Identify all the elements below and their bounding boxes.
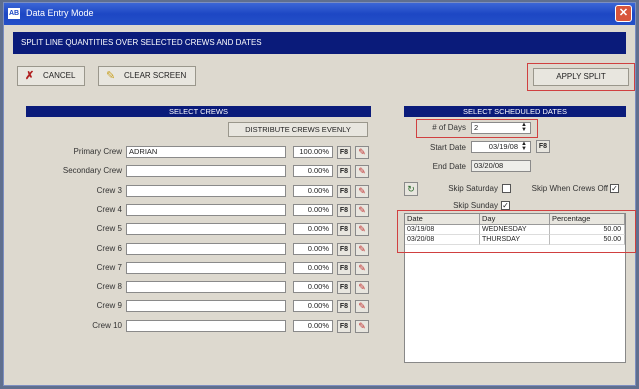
crew-input[interactable] bbox=[126, 300, 286, 312]
crew-percentage-input[interactable]: 100.00% bbox=[293, 146, 333, 158]
crew-percentage-input[interactable]: 0.00% bbox=[293, 165, 333, 177]
crew-input[interactable] bbox=[126, 320, 286, 332]
crew-label: Crew 5 bbox=[96, 224, 122, 233]
crew-f8-button[interactable]: F8 bbox=[337, 300, 351, 313]
crew-f8-button[interactable]: F8 bbox=[337, 243, 351, 256]
crew-f8-button[interactable]: F8 bbox=[337, 281, 351, 294]
crew-input[interactable] bbox=[126, 281, 286, 293]
start-date-label: Start Date bbox=[429, 143, 466, 152]
start-date-f8-button[interactable]: F8 bbox=[536, 140, 550, 153]
dates-table-highlight bbox=[397, 210, 636, 253]
eraser-icon[interactable]: ✎ bbox=[355, 320, 369, 333]
eraser-icon[interactable]: ✎ bbox=[355, 146, 369, 159]
crew-label: Secondary Crew bbox=[62, 166, 122, 175]
crew-label: Crew 6 bbox=[96, 244, 122, 253]
crew-input[interactable] bbox=[126, 165, 286, 177]
eraser-icon[interactable]: ✎ bbox=[355, 223, 369, 236]
crew-label: Crew 9 bbox=[96, 301, 122, 310]
apply-split-highlight: APPLY SPLIT bbox=[527, 63, 635, 91]
crew-f8-button[interactable]: F8 bbox=[337, 223, 351, 236]
distribute-crews-evenly-button[interactable]: DISTRIBUTE CREWS EVENLY bbox=[228, 122, 368, 137]
crew-percentage-input[interactable]: 0.00% bbox=[293, 281, 333, 293]
days-spinner-icon[interactable]: ▲ ▼ bbox=[521, 122, 527, 133]
crew-input[interactable]: ADRIAN bbox=[126, 146, 286, 158]
skip-crews-off-checkbox[interactable]: ✓ bbox=[610, 184, 619, 193]
crew-f8-button[interactable]: F8 bbox=[337, 165, 351, 178]
crew-input[interactable] bbox=[126, 204, 286, 216]
crew-percentage-input[interactable]: 0.00% bbox=[293, 320, 333, 332]
crew-label: Primary Crew bbox=[73, 147, 122, 156]
skip-crews-off-label: Skip When Crews Off bbox=[531, 184, 608, 193]
eraser-icon[interactable]: ✎ bbox=[355, 165, 369, 178]
eraser-icon: ✎ bbox=[106, 70, 116, 82]
crew-percentage-input[interactable]: 0.00% bbox=[293, 185, 333, 197]
skip-saturday-label: Skip Saturday bbox=[448, 184, 498, 193]
crew-label: Crew 8 bbox=[96, 282, 122, 291]
select-dates-header: SELECT SCHEDULED DATES bbox=[404, 106, 626, 117]
crew-f8-button[interactable]: F8 bbox=[337, 320, 351, 333]
crew-input[interactable] bbox=[126, 223, 286, 235]
skip-sunday-label: Skip Sunday bbox=[453, 201, 498, 210]
eraser-icon[interactable]: ✎ bbox=[355, 185, 369, 198]
title-bar[interactable]: AB Data Entry Mode ✕ bbox=[4, 3, 635, 25]
skip-sunday-checkbox[interactable]: ✓ bbox=[501, 201, 510, 210]
crew-f8-button[interactable]: F8 bbox=[337, 185, 351, 198]
close-button[interactable]: ✕ bbox=[615, 5, 632, 22]
end-date-field: 03/20/08 bbox=[471, 160, 531, 172]
crew-percentage-input[interactable]: 0.00% bbox=[293, 300, 333, 312]
crew-label: Crew 4 bbox=[96, 205, 122, 214]
crew-percentage-input[interactable]: 0.00% bbox=[293, 204, 333, 216]
crew-input[interactable] bbox=[126, 262, 286, 274]
select-crews-header: SELECT CREWS bbox=[26, 106, 371, 117]
crew-label: Crew 10 bbox=[92, 321, 122, 330]
eraser-icon[interactable]: ✎ bbox=[355, 243, 369, 256]
cancel-button[interactable]: ✗ CANCEL bbox=[17, 66, 85, 86]
crew-input[interactable] bbox=[126, 243, 286, 255]
crew-percentage-input[interactable]: 0.00% bbox=[293, 223, 333, 235]
crew-input[interactable] bbox=[126, 185, 286, 197]
eraser-icon[interactable]: ✎ bbox=[355, 300, 369, 313]
skip-saturday-checkbox[interactable] bbox=[502, 184, 511, 193]
cancel-label: CANCEL bbox=[43, 71, 76, 80]
crew-f8-button[interactable]: F8 bbox=[337, 262, 351, 275]
eraser-icon[interactable]: ✎ bbox=[355, 262, 369, 275]
crew-label: Crew 3 bbox=[96, 186, 122, 195]
window-title: Data Entry Mode bbox=[26, 8, 94, 18]
x-icon: ✗ bbox=[25, 70, 35, 82]
eraser-icon[interactable]: ✎ bbox=[355, 204, 369, 217]
crew-percentage-input[interactable]: 0.00% bbox=[293, 243, 333, 255]
apply-split-button[interactable]: APPLY SPLIT bbox=[533, 68, 629, 86]
crew-label: Crew 7 bbox=[96, 263, 122, 272]
app-icon: AB bbox=[8, 8, 20, 19]
clear-screen-label: CLEAR SCREEN bbox=[124, 71, 187, 80]
days-label: # of Days bbox=[432, 123, 466, 132]
instruction-banner: SPLIT LINE QUANTITIES OVER SELECTED CREW… bbox=[13, 32, 626, 54]
clear-screen-button[interactable]: ✎ CLEAR SCREEN bbox=[98, 66, 196, 86]
crew-percentage-input[interactable]: 0.00% bbox=[293, 262, 333, 274]
start-date-spinner-icon[interactable]: ▲ ▼ bbox=[521, 141, 527, 152]
eraser-icon[interactable]: ✎ bbox=[355, 281, 369, 294]
end-date-label: End Date bbox=[432, 162, 466, 171]
refresh-icon[interactable]: ↻ bbox=[404, 182, 418, 196]
crew-f8-button[interactable]: F8 bbox=[337, 146, 351, 159]
crew-f8-button[interactable]: F8 bbox=[337, 204, 351, 217]
